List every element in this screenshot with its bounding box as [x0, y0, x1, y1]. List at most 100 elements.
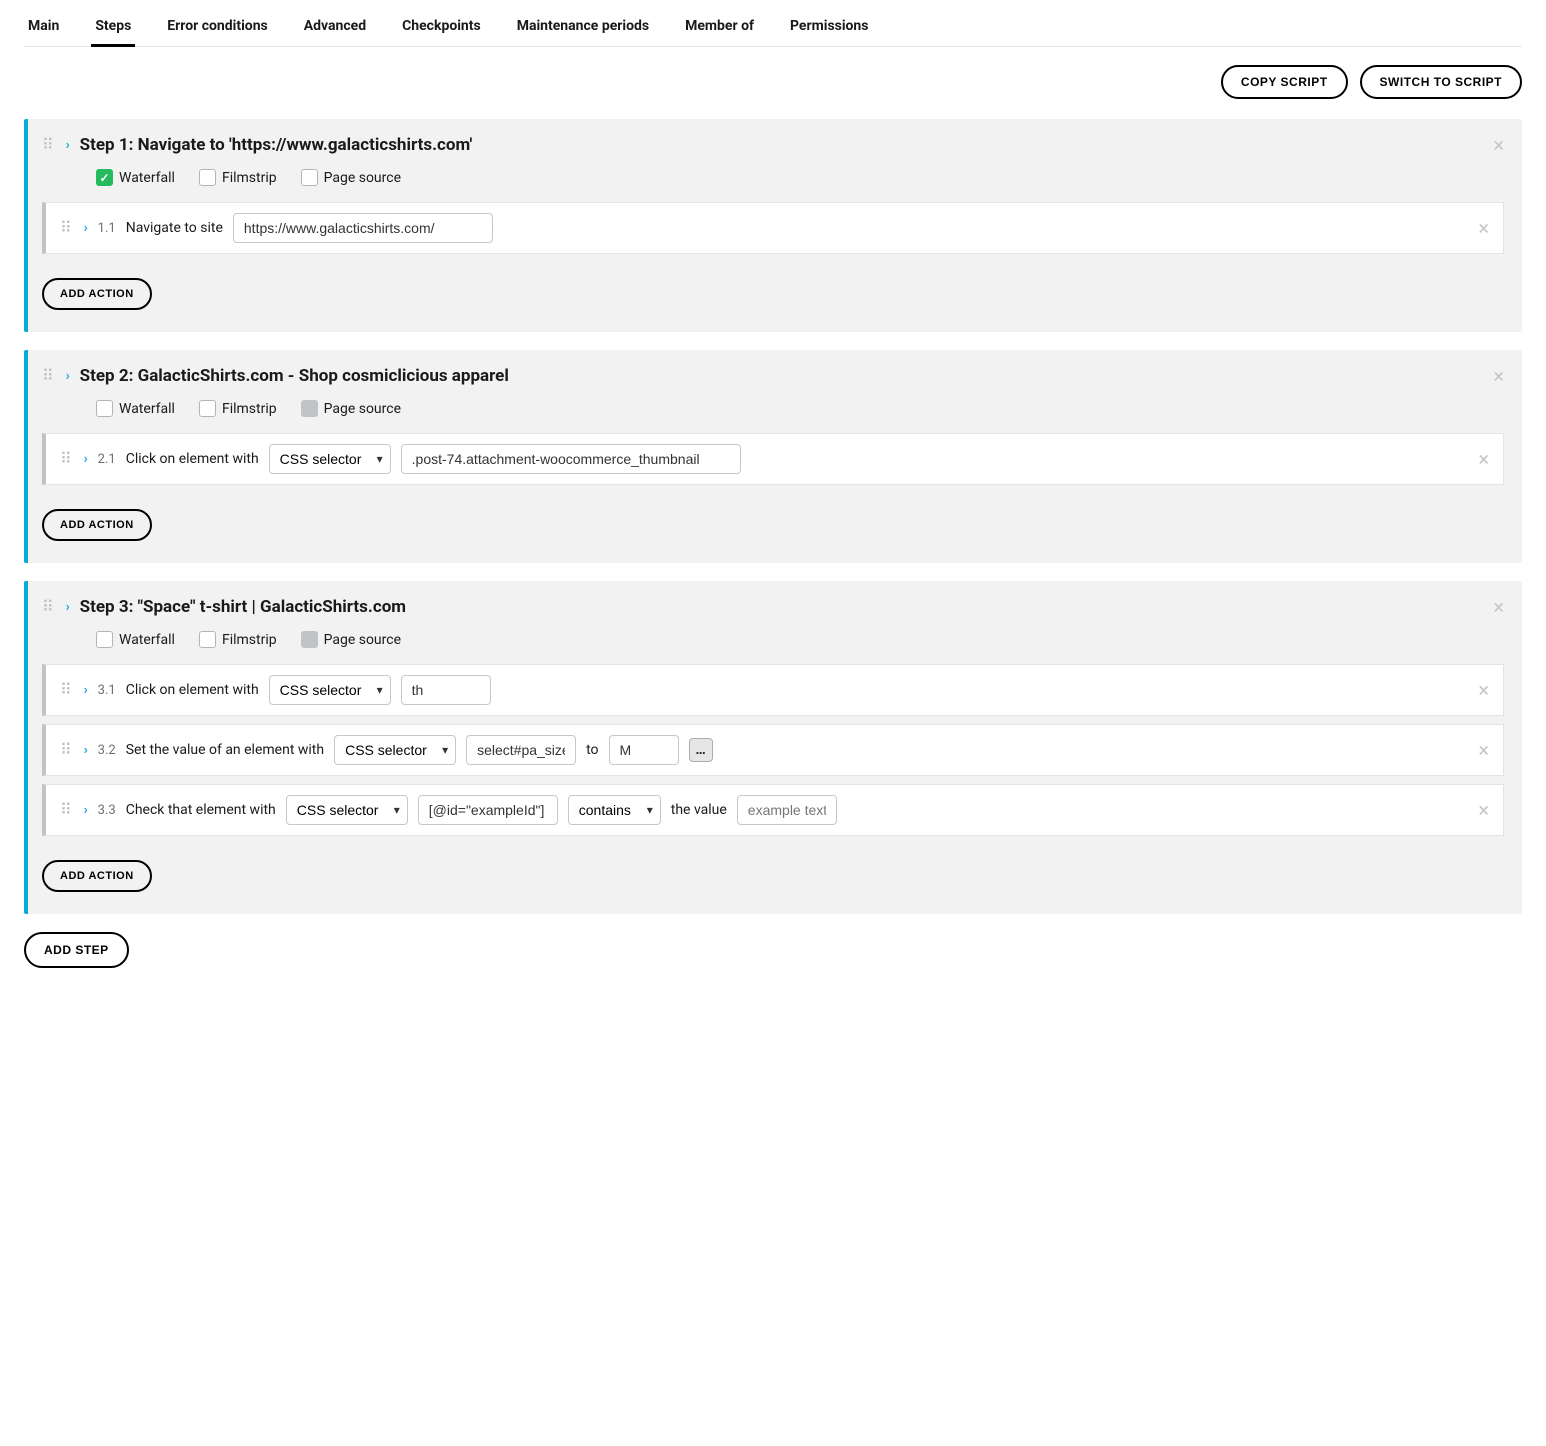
close-icon[interactable]: × [1493, 597, 1504, 617]
step-card-1: › Step 1: Navigate to 'https://www.galac… [24, 119, 1522, 332]
tab-maintenance[interactable]: Maintenance periods [513, 12, 653, 47]
filmstrip-label: Filmstrip [222, 401, 277, 417]
drag-handle-icon[interactable] [60, 742, 74, 758]
selector-type-select[interactable]: CSS selector [334, 735, 456, 765]
selector-type-select[interactable]: CSS selector [269, 675, 391, 705]
action-text: Set the value of an element with [126, 742, 324, 758]
checkbox-unchecked-icon [199, 400, 216, 417]
switch-to-script-button[interactable]: SWITCH TO SCRIPT [1360, 65, 1522, 99]
chevron-right-icon[interactable]: › [66, 369, 70, 384]
close-icon[interactable]: × [1478, 218, 1489, 238]
chevron-right-icon[interactable]: › [84, 452, 88, 467]
pagesource-label: Page source [324, 401, 401, 417]
step-card-2: › Step 2: GalacticShirts.com - Shop cosm… [24, 350, 1522, 563]
action-row-3-2: › 3.2 Set the value of an element with C… [42, 724, 1504, 776]
filmstrip-checkbox[interactable]: Filmstrip [199, 631, 277, 648]
waterfall-label: Waterfall [119, 401, 175, 417]
expected-value-input[interactable] [737, 795, 837, 825]
pagesource-checkbox[interactable]: Page source [301, 169, 401, 186]
action-text: Click on element with [126, 451, 259, 467]
selector-value-input[interactable] [418, 795, 558, 825]
step-title: Step 1: Navigate to 'https://www.galacti… [80, 135, 1484, 155]
drag-handle-icon[interactable] [60, 802, 74, 818]
tab-advanced[interactable]: Advanced [300, 12, 370, 47]
filmstrip-checkbox[interactable]: Filmstrip [199, 169, 277, 186]
tabs-bar: Main Steps Error conditions Advanced Che… [24, 0, 1522, 47]
drag-handle-icon[interactable] [60, 682, 74, 698]
drag-handle-icon[interactable] [60, 451, 74, 467]
close-icon[interactable]: × [1478, 740, 1489, 760]
waterfall-checkbox[interactable]: Waterfall [96, 400, 175, 417]
chevron-right-icon[interactable]: › [84, 743, 88, 758]
filmstrip-label: Filmstrip [222, 170, 277, 186]
selector-value-input[interactable] [466, 735, 576, 765]
waterfall-checkbox[interactable]: Waterfall [96, 631, 175, 648]
step-card-3: › Step 3: "Space" t-shirt | GalacticShir… [24, 581, 1522, 914]
tab-member-of[interactable]: Member of [681, 12, 758, 47]
action-row-1-1: › 1.1 Navigate to site × [42, 202, 1504, 254]
add-action-button[interactable]: ADD ACTION [42, 860, 152, 892]
drag-handle-icon[interactable] [42, 137, 56, 153]
selector-value-input[interactable] [401, 444, 741, 474]
tab-error-conditions[interactable]: Error conditions [163, 12, 271, 47]
tab-checkpoints[interactable]: Checkpoints [398, 12, 485, 47]
chevron-right-icon[interactable]: › [84, 803, 88, 818]
the-value-label: the value [671, 802, 727, 818]
checkbox-disabled-icon [301, 631, 318, 648]
checkbox-unchecked-icon [199, 631, 216, 648]
checkbox-checked-icon [96, 169, 113, 186]
action-number: 3.1 [98, 683, 116, 698]
checkbox-unchecked-icon [96, 400, 113, 417]
drag-handle-icon[interactable] [42, 368, 56, 384]
set-value-input[interactable] [609, 735, 679, 765]
action-number: 3.3 [98, 803, 116, 818]
chevron-right-icon[interactable]: › [66, 600, 70, 615]
close-icon[interactable]: × [1493, 135, 1504, 155]
close-icon[interactable]: × [1478, 449, 1489, 469]
action-number: 3.2 [98, 743, 116, 758]
close-icon[interactable]: × [1493, 366, 1504, 386]
copy-script-button[interactable]: COPY SCRIPT [1221, 65, 1348, 99]
close-icon[interactable]: × [1478, 800, 1489, 820]
tab-main[interactable]: Main [24, 12, 63, 47]
drag-handle-icon[interactable] [42, 599, 56, 615]
selector-value-input[interactable] [401, 675, 491, 705]
chevron-right-icon[interactable]: › [66, 138, 70, 153]
close-icon[interactable]: × [1478, 680, 1489, 700]
navigate-url-input[interactable] [233, 213, 493, 243]
condition-select[interactable]: contains [568, 795, 661, 825]
add-action-button[interactable]: ADD ACTION [42, 278, 152, 310]
selector-type-select[interactable]: CSS selector [286, 795, 408, 825]
chevron-right-icon[interactable]: › [84, 683, 88, 698]
top-actions: COPY SCRIPT SWITCH TO SCRIPT [24, 65, 1522, 99]
pagesource-label: Page source [324, 170, 401, 186]
pagesource-checkbox[interactable]: Page source [301, 400, 401, 417]
pagesource-checkbox[interactable]: Page source [301, 631, 401, 648]
add-step-button[interactable]: ADD STEP [24, 932, 129, 968]
action-number: 1.1 [98, 221, 116, 236]
action-text: Check that element with [126, 802, 276, 818]
filmstrip-label: Filmstrip [222, 632, 277, 648]
action-row-3-3: › 3.3 Check that element with CSS select… [42, 784, 1504, 836]
action-row-3-1: › 3.1 Click on element with CSS selector… [42, 664, 1504, 716]
tab-steps[interactable]: Steps [91, 12, 135, 47]
checkbox-disabled-icon [301, 400, 318, 417]
add-action-button[interactable]: ADD ACTION [42, 509, 152, 541]
checkbox-unchecked-icon [96, 631, 113, 648]
action-row-2-1: › 2.1 Click on element with CSS selector… [42, 433, 1504, 485]
action-text: Navigate to site [126, 220, 223, 236]
drag-handle-icon[interactable] [60, 220, 74, 236]
filmstrip-checkbox[interactable]: Filmstrip [199, 400, 277, 417]
ellipsis-icon[interactable]: … [689, 738, 713, 762]
tab-permissions[interactable]: Permissions [786, 12, 872, 47]
action-number: 2.1 [98, 452, 116, 467]
selector-type-select[interactable]: CSS selector [269, 444, 391, 474]
action-text: Click on element with [126, 682, 259, 698]
step-title: Step 3: "Space" t-shirt | GalacticShirts… [80, 597, 1484, 617]
to-label: to [586, 742, 598, 758]
waterfall-checkbox[interactable]: Waterfall [96, 169, 175, 186]
chevron-right-icon[interactable]: › [84, 221, 88, 236]
waterfall-label: Waterfall [119, 170, 175, 186]
checkbox-unchecked-icon [199, 169, 216, 186]
pagesource-label: Page source [324, 632, 401, 648]
